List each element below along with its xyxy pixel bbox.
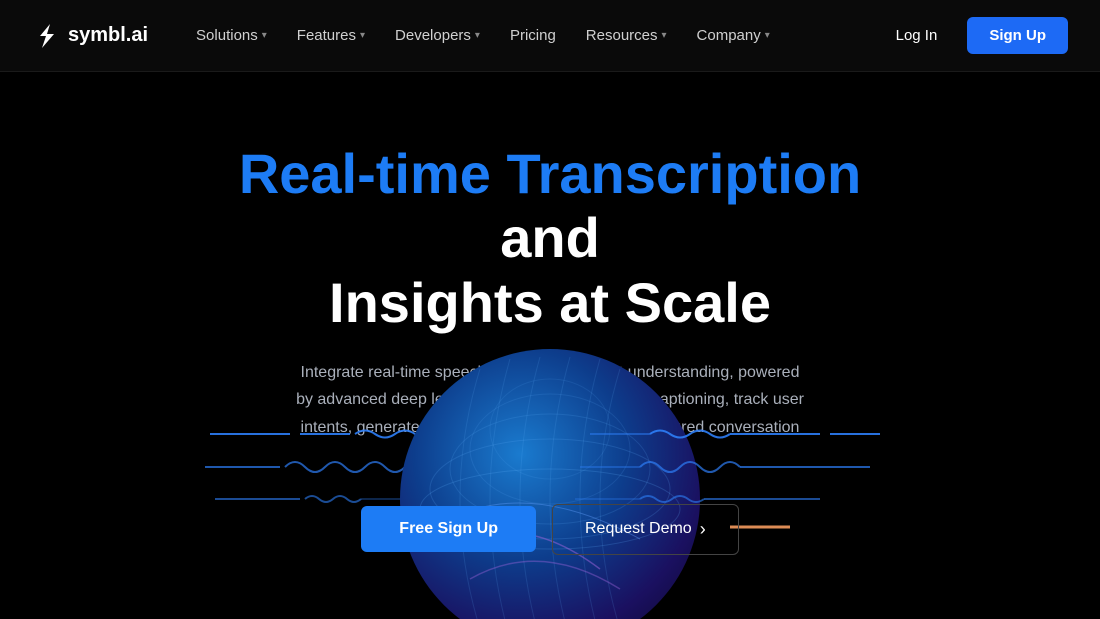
hero-buttons: Free Sign Up Request Demo › bbox=[361, 504, 738, 555]
logo-text: symbl.ai bbox=[68, 24, 148, 47]
signup-button[interactable]: Sign Up bbox=[967, 17, 1068, 54]
nav-links: Solutions ▾ Features ▾ Developers ▾ Pric… bbox=[184, 21, 878, 50]
nav-item-company[interactable]: Company ▾ bbox=[685, 21, 782, 50]
hero-section: Real-time Transcription and Insights at … bbox=[0, 72, 1100, 619]
chevron-down-icon: ▾ bbox=[765, 30, 770, 41]
nav-item-features[interactable]: Features ▾ bbox=[285, 21, 377, 50]
nav-item-developers[interactable]: Developers ▾ bbox=[383, 21, 492, 50]
chevron-down-icon: ▾ bbox=[360, 30, 365, 41]
free-signup-button[interactable]: Free Sign Up bbox=[361, 506, 536, 552]
logo[interactable]: symbl.ai bbox=[32, 22, 148, 50]
nav-item-pricing[interactable]: Pricing bbox=[498, 21, 568, 50]
chevron-down-icon: ▾ bbox=[475, 30, 480, 41]
arrow-icon: › bbox=[700, 519, 706, 540]
visualization bbox=[200, 309, 900, 619]
chevron-down-icon: ▾ bbox=[262, 30, 267, 41]
nav-item-solutions[interactable]: Solutions ▾ bbox=[184, 21, 279, 50]
request-demo-button[interactable]: Request Demo › bbox=[552, 504, 739, 555]
nav-item-resources[interactable]: Resources ▾ bbox=[574, 21, 679, 50]
nav-right: Log In Sign Up bbox=[878, 17, 1068, 54]
chevron-down-icon: ▾ bbox=[662, 30, 667, 41]
logo-icon bbox=[32, 22, 60, 50]
navbar: symbl.ai Solutions ▾ Features ▾ Develope… bbox=[0, 0, 1100, 72]
login-button[interactable]: Log In bbox=[878, 19, 956, 52]
hero-heading: Real-time Transcription and Insights at … bbox=[200, 142, 900, 335]
